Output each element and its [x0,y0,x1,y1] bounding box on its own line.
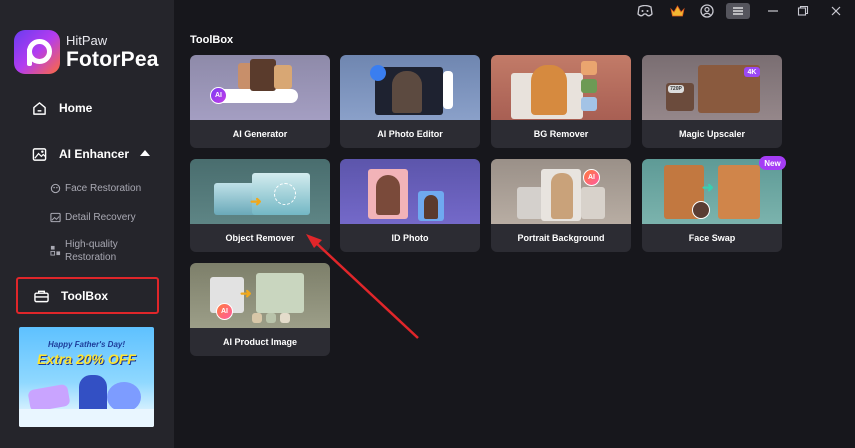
portrait [376,175,400,215]
tool-label: Object Remover [225,233,295,243]
ai-badge: AI [210,87,227,104]
banner-ground [19,409,154,427]
tool-preview [340,159,480,224]
thumb [266,313,276,323]
collapse-caret-icon[interactable] [140,150,150,156]
banner-decoration [27,383,71,413]
tool-card-magic-upscaler[interactable]: 4K 720P Magic Upscaler [642,55,782,148]
banner-title: Extra 20% OFF [37,351,136,367]
dog [531,65,567,115]
tool-preview: 4K 720P [642,55,782,120]
tool-strip [443,71,453,109]
quality-icon [50,245,61,256]
image-icon [50,212,61,223]
sub-item-detail-recovery[interactable]: Detail Recovery [50,211,136,224]
tool-label: AI Photo Editor [377,129,443,139]
sub-item-face-restoration[interactable]: Face Restoration [50,182,141,195]
tool-label: Face Swap [688,233,736,243]
ai-badge: AI [583,169,600,186]
portrait [551,173,573,219]
brand-name: FotorPea [66,48,159,71]
tool-preview: AI [190,55,330,120]
tool-label: BG Remover [533,129,589,139]
thumb [252,313,262,323]
tool-card-bg-remover[interactable]: BG Remover [491,55,631,148]
tool-card-id-photo[interactable]: ID Photo [340,159,480,252]
enhancer-icon [32,147,47,161]
thumb [581,97,597,111]
prompt-bar [216,89,298,103]
banner-decoration [107,382,141,412]
badge-4k: 4K [744,67,760,77]
sub-item-label: Face Restoration [65,183,142,194]
badge-720p: 720P [668,85,684,93]
tool-card-portrait-background[interactable]: AI Portrait Background [491,159,631,252]
thumb [718,165,760,219]
tool-preview: ➜ AI [190,263,330,328]
arrow-icon: ➜ [702,179,714,195]
crown-icon[interactable] [668,3,686,19]
tool-label: Magic Upscaler [678,129,746,139]
tool-label: AI Product Image [222,337,297,347]
tool-label: Portrait Background [517,233,605,243]
ai-badge: AI [216,303,233,320]
thumb [280,313,290,323]
tool-label: AI Generator [232,129,288,139]
tool-label: ID Photo [391,233,429,243]
app-logo-icon [14,30,60,74]
tool-card-ai-product-image[interactable]: ➜ AI AI Product Image [190,263,330,356]
new-badge: New [759,156,786,170]
thumb [581,187,605,219]
nav-toolbox[interactable]: ToolBox [16,277,159,314]
banner-subtitle: Happy Father's Day! [47,340,126,349]
thumb [274,65,292,89]
thumb [250,59,276,91]
title-bar [174,0,855,22]
thumb [517,187,543,219]
arrow-icon: ➜ [240,285,252,301]
sub-item-high-quality-restoration[interactable]: High-quality Restoration [50,238,118,264]
arrow-icon: ➜ [250,193,262,209]
toolbox-icon [34,290,49,302]
nav-home[interactable]: Home [0,98,174,118]
thumb [581,61,597,75]
tool-preview: ➜ [642,159,782,224]
tool-preview [340,55,480,120]
nav-home-label: Home [59,101,93,115]
tool-preview: ➜ [190,159,330,224]
discord-icon[interactable] [636,3,654,19]
tool-preview [491,55,631,120]
erase-area [274,183,296,205]
edit-icon [370,65,386,81]
face-icon [50,183,61,194]
sidebar: HitPaw FotorPea Home AI Enhancer Face Re… [0,0,174,448]
sub-item-label: Detail Recovery [65,212,136,223]
promo-banner[interactable]: Happy Father's Day! Extra 20% OFF [19,327,154,427]
thumb [581,79,597,93]
menu-icon[interactable] [726,3,750,19]
sub-item-label-line2: Restoration [65,252,117,263]
tool-preview: AI [491,159,631,224]
brand-small: HitPaw [66,33,108,48]
tool-card-ai-generator[interactable]: AI AI Generator [190,55,330,148]
user-icon[interactable] [698,3,716,19]
thumb [256,273,304,313]
face-thumb [692,201,710,219]
portrait [392,71,422,113]
home-icon [33,101,46,115]
nav-toolbox-label: ToolBox [61,288,109,303]
tool-card-face-swap[interactable]: ➜ Face Swap [642,159,782,252]
portrait [424,195,438,219]
page-title: ToolBox [190,34,234,46]
nav-ai-enhancer[interactable]: AI Enhancer [0,144,174,164]
maximize-icon[interactable] [794,3,812,19]
sub-item-label: High-quality [65,239,118,250]
brand: HitPaw FotorPea [14,30,159,74]
close-icon[interactable] [827,3,845,19]
tool-card-object-remover[interactable]: ➜ Object Remover [190,159,330,252]
minimize-icon[interactable] [764,3,782,19]
nav-ai-enhancer-label: AI Enhancer [59,147,130,161]
tool-card-ai-photo-editor[interactable]: AI Photo Editor [340,55,480,148]
